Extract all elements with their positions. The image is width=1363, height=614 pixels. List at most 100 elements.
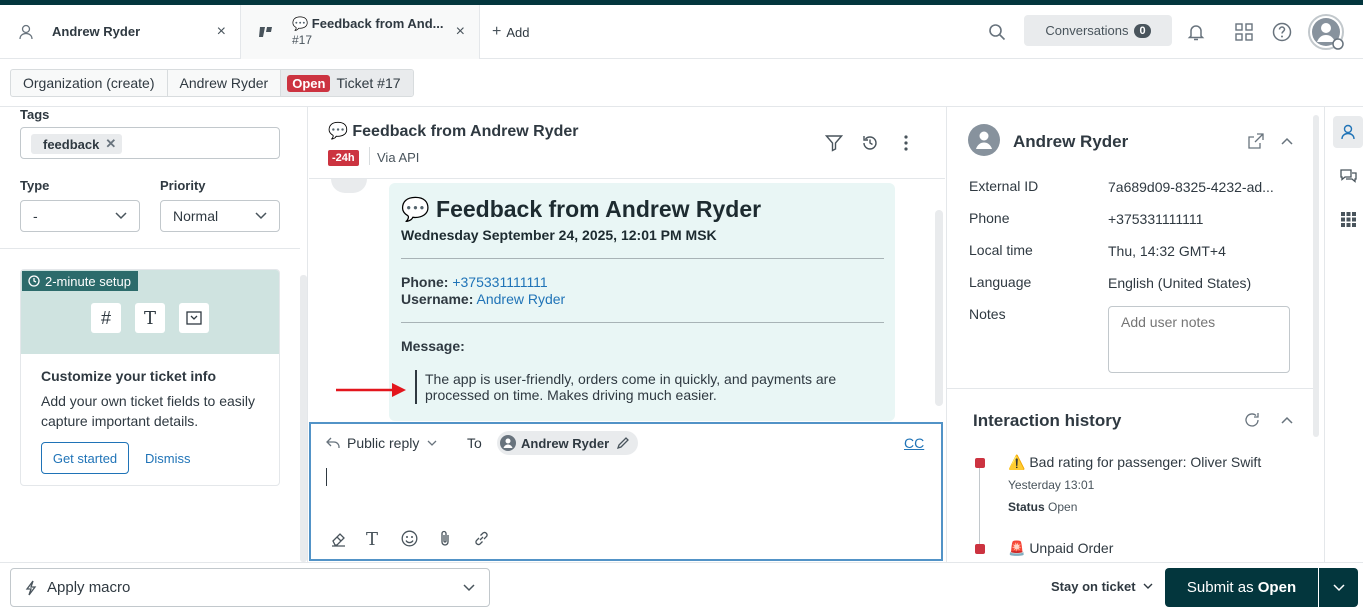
- history-title: Interaction history: [973, 411, 1122, 430]
- via-channel: Via API: [377, 150, 420, 165]
- dismiss-button[interactable]: Dismiss: [145, 451, 191, 466]
- timeline-marker: [975, 458, 985, 468]
- bell-icon[interactable]: [1186, 22, 1206, 42]
- history-icon[interactable]: [861, 134, 879, 152]
- conversations-label: Conversations: [1045, 23, 1129, 38]
- user-icon: [1340, 124, 1356, 140]
- refresh-icon[interactable]: [1244, 412, 1260, 428]
- username-line: Username: Andrew Ryder: [401, 291, 565, 307]
- close-icon[interactable]: ×: [217, 23, 226, 41]
- conversation-panel: 💬 Feedback from Andrew Ryder -24h Via AP…: [309, 107, 945, 562]
- username-label: Username:: [401, 291, 474, 307]
- submit-options-button[interactable]: [1319, 568, 1358, 607]
- breadcrumb-organization[interactable]: Organization (create): [11, 70, 168, 96]
- avatar[interactable]: [1308, 14, 1344, 50]
- text-format-icon[interactable]: T: [366, 529, 378, 550]
- notes-label: Notes: [969, 306, 1006, 322]
- phone-line: Phone: +375331111111: [401, 274, 548, 290]
- scrollbar[interactable]: [1313, 115, 1319, 437]
- tag-label: feedback: [43, 136, 100, 152]
- reply-composer[interactable]: Public reply To Andrew Ryder CC T: [309, 422, 943, 561]
- stay-on-ticket-select[interactable]: Stay on ticket: [1051, 579, 1153, 594]
- open-external-icon[interactable]: [1248, 133, 1264, 149]
- cc-link[interactable]: CC: [904, 435, 924, 451]
- tags-input[interactable]: feedback ✕: [20, 127, 280, 159]
- submit-prefix: Submit as: [1186, 579, 1254, 596]
- apps-grid-icon[interactable]: [1235, 23, 1253, 41]
- conversations-button[interactable]: Conversations 0: [1024, 15, 1172, 46]
- submit-button[interactable]: Submit as Open: [1165, 568, 1318, 607]
- user-notes-field[interactable]: [1108, 306, 1290, 373]
- local-time-value: Thu, 14:32 GMT+4: [1108, 243, 1226, 259]
- scrollbar[interactable]: [300, 275, 307, 562]
- recipient-name: Andrew Ryder: [521, 435, 610, 451]
- filter-icon[interactable]: [825, 134, 843, 152]
- priority-value: Normal: [173, 208, 219, 224]
- priority-label: Priority: [160, 178, 206, 193]
- attachment-icon[interactable]: [439, 530, 451, 547]
- reply-icon: [326, 437, 340, 449]
- chevron-down-icon: [1332, 583, 1345, 592]
- breadcrumb-ticket-label: Ticket #17: [336, 75, 401, 91]
- remove-tag-icon[interactable]: ✕: [105, 136, 116, 152]
- chevron-up-icon[interactable]: [1281, 416, 1293, 424]
- author-avatar: [331, 179, 367, 193]
- history-item-time: Yesterday 13:01: [1008, 478, 1095, 492]
- get-started-button[interactable]: Get started: [41, 442, 129, 474]
- chevron-down-icon: [427, 440, 437, 447]
- text-icon: T: [135, 303, 165, 333]
- close-icon[interactable]: ×: [456, 23, 465, 41]
- apps-icon[interactable]: [1341, 212, 1356, 227]
- conversations-count: 0: [1134, 23, 1151, 38]
- eraser-icon[interactable]: [330, 530, 347, 547]
- recipient-chip[interactable]: Andrew Ryder: [497, 431, 639, 455]
- divider: [401, 258, 884, 259]
- username-link[interactable]: Andrew Ryder: [477, 291, 566, 307]
- breadcrumb-user[interactable]: Andrew Ryder: [168, 70, 282, 96]
- more-options-icon[interactable]: [903, 134, 909, 152]
- tab-user[interactable]: Andrew Ryder ×: [0, 5, 240, 59]
- user-name[interactable]: Andrew Ryder: [1013, 132, 1128, 152]
- reply-type-label: Public reply: [347, 435, 420, 451]
- context-rail: [1324, 107, 1363, 562]
- conversations-icon[interactable]: [1340, 168, 1357, 184]
- stay-on-ticket-label: Stay on ticket: [1051, 579, 1136, 594]
- promo-text: Add your own ticket fields to easily cap…: [41, 393, 255, 429]
- breadcrumb-ticket[interactable]: Open Ticket #17: [281, 70, 413, 96]
- scrollbar[interactable]: [935, 210, 943, 406]
- history-item-title[interactable]: 🚨 Unpaid Order: [1008, 540, 1113, 557]
- tags-label: Tags: [20, 107, 50, 122]
- quote-bar: [415, 370, 417, 404]
- language-value: English (United States): [1108, 275, 1252, 291]
- tab-ticket-label: 💬 Feedback from And...: [292, 16, 444, 31]
- phone-label: Phone: [969, 210, 1010, 226]
- type-select[interactable]: -: [20, 200, 140, 232]
- reply-type-select[interactable]: Public reply: [326, 435, 437, 451]
- external-id-value[interactable]: 7a689d09-8325-4232-ad...: [1108, 179, 1274, 195]
- pencil-icon[interactable]: [616, 436, 630, 450]
- rail-user-button[interactable]: [1333, 116, 1363, 148]
- ticket-icon: [258, 24, 274, 40]
- ticket-header: 💬 Feedback from Andrew Ryder -24h Via AP…: [309, 107, 945, 179]
- timeline-line: [979, 463, 980, 547]
- ticket-fields-panel: Tags feedback ✕ Type - Priority Normal 2…: [0, 107, 308, 562]
- chevron-up-icon[interactable]: [1281, 137, 1293, 145]
- add-tab-label: Add: [506, 24, 530, 40]
- emoji-icon[interactable]: [401, 530, 418, 547]
- user-icon: [18, 24, 34, 40]
- breadcrumb: Organization (create) Andrew Ryder Open …: [10, 69, 414, 97]
- search-icon[interactable]: [988, 23, 1006, 41]
- tab-bar: Andrew Ryder × 💬 Feedback from And... #1…: [0, 5, 1363, 59]
- apply-macro-select[interactable]: Apply macro: [10, 568, 490, 607]
- priority-select[interactable]: Normal: [160, 200, 280, 232]
- tab-ticket-number: #17: [292, 33, 313, 47]
- help-icon[interactable]: [1272, 22, 1292, 42]
- link-icon[interactable]: [473, 530, 490, 547]
- history-item-title[interactable]: ⚠️ Bad rating for passenger: Oliver Swif…: [1008, 454, 1261, 471]
- add-tab-button[interactable]: + Add: [492, 23, 529, 41]
- tab-ticket[interactable]: 💬 Feedback from And... #17 ×: [240, 5, 480, 59]
- phone-link[interactable]: +375331111111: [452, 274, 547, 290]
- to-label: To: [467, 435, 482, 451]
- tag-chip: feedback ✕: [31, 134, 123, 154]
- divider: [401, 322, 884, 323]
